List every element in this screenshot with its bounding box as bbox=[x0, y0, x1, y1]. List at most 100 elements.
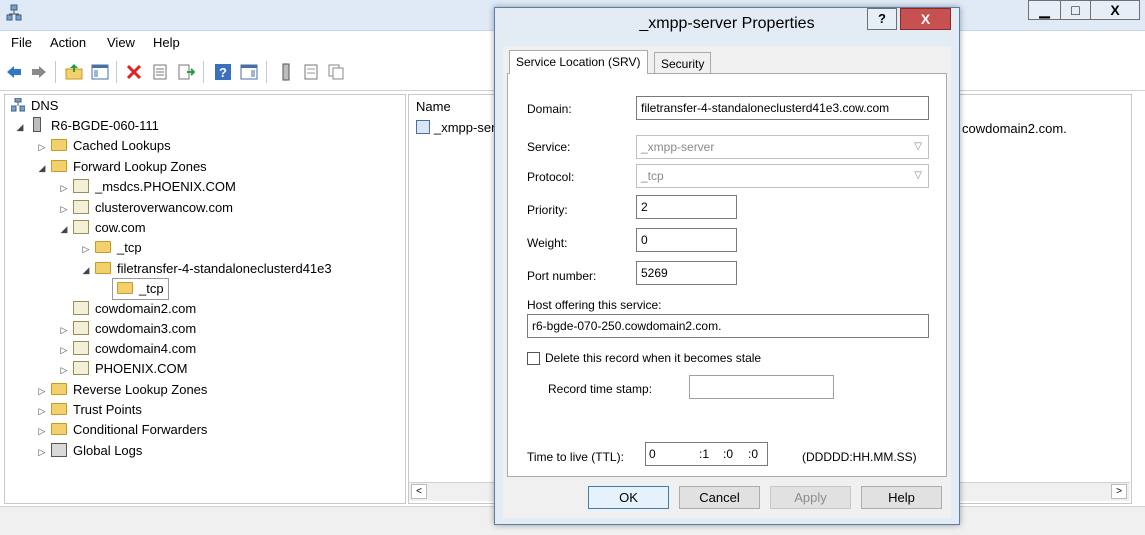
menu-file[interactable]: File bbox=[11, 35, 32, 50]
host-label: Host offering this service: bbox=[527, 298, 662, 312]
action-pane-icon[interactable] bbox=[240, 63, 258, 81]
tree-node-zone[interactable]: cowdomain2.com bbox=[73, 299, 196, 319]
collapsed-arrow-icon[interactable]: ▷ bbox=[59, 320, 69, 340]
expanded-arrow-icon[interactable]: ◢ bbox=[59, 219, 69, 239]
delete-icon[interactable] bbox=[125, 63, 143, 81]
tree-node-zone[interactable]: ▷ cowdomain3.com bbox=[59, 319, 196, 339]
help-button[interactable]: Help bbox=[861, 486, 942, 509]
collapsed-arrow-icon[interactable]: ▷ bbox=[37, 401, 47, 421]
ttl-field[interactable]: 0 :1 :0 :0 bbox=[645, 442, 768, 466]
scroll-right-arrow-icon[interactable]: > bbox=[1111, 484, 1127, 499]
folder-icon bbox=[117, 282, 133, 294]
host-field[interactable]: r6-bgde-070-250.cowdomain2.com. bbox=[527, 314, 929, 338]
server-icon bbox=[33, 117, 41, 132]
zone-icon bbox=[73, 179, 89, 193]
collapsed-arrow-icon[interactable]: ▷ bbox=[59, 199, 69, 219]
stale-checkbox[interactable] bbox=[527, 352, 540, 365]
collapsed-arrow-icon[interactable]: ▷ bbox=[37, 421, 47, 441]
tree-label: Global Logs bbox=[73, 443, 143, 458]
tree-label: cowdomain3.com bbox=[95, 321, 197, 336]
domain-label: Domain: bbox=[527, 102, 572, 116]
ttl-minutes[interactable]: :0 bbox=[723, 443, 733, 465]
timestamp-field bbox=[689, 375, 834, 399]
tab-security[interactable]: Security bbox=[654, 52, 712, 74]
tree-node-global-logs[interactable]: ▷ Global Logs bbox=[37, 441, 142, 461]
close-button[interactable]: X bbox=[1090, 0, 1140, 20]
collapsed-arrow-icon[interactable]: ▷ bbox=[37, 381, 47, 401]
tree-label: clusteroverwancow.com bbox=[95, 200, 233, 215]
tree-label: _tcp bbox=[139, 281, 164, 296]
domain-field[interactable]: filetransfer-4-standaloneclusterd41e3.co… bbox=[636, 96, 929, 120]
ttl-days[interactable]: 0 bbox=[649, 443, 656, 465]
copy-icon[interactable] bbox=[327, 63, 345, 81]
show-hide-console-tree-icon[interactable] bbox=[91, 63, 109, 81]
tree-node-forward-lookup-zones[interactable]: ◢ Forward Lookup Zones bbox=[37, 157, 207, 177]
ttl-seconds[interactable]: :0 bbox=[748, 443, 758, 465]
zone-icon bbox=[73, 220, 89, 234]
protocol-combo[interactable]: _tcp ▽ bbox=[636, 164, 929, 188]
tree-label: Cached Lookups bbox=[73, 138, 171, 153]
tree-node-server[interactable]: ◢ R6-BGDE-060-111 bbox=[15, 116, 159, 136]
tree-node-zone[interactable]: ▷ PHOENIX.COM bbox=[59, 359, 187, 379]
list-item-name: _xmpp-ser bbox=[434, 120, 496, 135]
tree-node-zone[interactable]: ▷ cowdomain4.com bbox=[59, 339, 196, 359]
weight-field[interactable]: 0 bbox=[636, 228, 737, 252]
server-icon[interactable] bbox=[277, 63, 295, 81]
dialog-body: Service Location (SRV) Security Domain: … bbox=[503, 46, 951, 518]
priority-label: Priority: bbox=[527, 203, 568, 217]
list-item-data: cowdomain2.com. bbox=[962, 121, 1067, 136]
folder-icon bbox=[95, 241, 111, 253]
toolbar-separator bbox=[55, 61, 56, 83]
collapsed-arrow-icon[interactable]: ▷ bbox=[59, 178, 69, 198]
port-field[interactable]: 5269 bbox=[636, 261, 737, 285]
expanded-arrow-icon[interactable]: ◢ bbox=[81, 260, 91, 280]
minimize-button[interactable]: ▁ bbox=[1028, 0, 1061, 20]
collapsed-arrow-icon[interactable]: ▷ bbox=[59, 340, 69, 360]
dialog-close-button[interactable]: X bbox=[900, 8, 951, 30]
folder-icon bbox=[51, 139, 67, 151]
forward-arrow-icon[interactable] bbox=[30, 63, 48, 81]
tree-node-dns[interactable]: DNS bbox=[11, 96, 58, 116]
tab-service-location[interactable]: Service Location (SRV) bbox=[509, 50, 648, 74]
export-list-icon[interactable] bbox=[177, 63, 195, 81]
expanded-arrow-icon[interactable]: ◢ bbox=[15, 117, 25, 137]
menu-help[interactable]: Help bbox=[153, 35, 180, 50]
tree-node-tcp[interactable]: ▷ _tcp bbox=[81, 238, 142, 258]
dns-icon bbox=[11, 98, 25, 112]
tree-node-zone[interactable]: ▷ _msdcs.PHOENIX.COM bbox=[59, 177, 236, 197]
expanded-arrow-icon[interactable]: ◢ bbox=[37, 158, 47, 178]
svg-text:?: ? bbox=[219, 65, 227, 80]
list-item[interactable]: _xmpp-ser bbox=[416, 119, 495, 137]
column-header-name[interactable]: Name bbox=[416, 99, 451, 114]
collapsed-arrow-icon[interactable]: ▷ bbox=[37, 442, 47, 462]
up-folder-icon[interactable] bbox=[65, 63, 83, 81]
menu-view[interactable]: View bbox=[107, 35, 135, 50]
collapsed-arrow-icon[interactable]: ▷ bbox=[59, 360, 69, 380]
priority-field[interactable]: 2 bbox=[636, 195, 737, 219]
tree-node-filetransfer[interactable]: ◢ filetransfer-4-standaloneclusterd41e3 bbox=[81, 259, 332, 279]
scroll-left-arrow-icon[interactable]: < bbox=[411, 484, 427, 499]
tree-node-zone-cow[interactable]: ◢ cow.com bbox=[59, 218, 146, 238]
menu-action[interactable]: Action bbox=[50, 35, 86, 50]
tree-node-conditional-forwarders[interactable]: ▷ Conditional Forwarders bbox=[37, 420, 208, 441]
tree-label: DNS bbox=[31, 98, 59, 113]
collapsed-arrow-icon[interactable]: ▷ bbox=[37, 137, 47, 157]
list-view-icon[interactable] bbox=[302, 63, 320, 81]
maximize-button[interactable]: □ bbox=[1060, 0, 1091, 20]
tree-node-trust-points[interactable]: ▷ Trust Points bbox=[37, 400, 142, 420]
tree-node-reverse-lookup-zones[interactable]: ▷ Reverse Lookup Zones bbox=[37, 380, 208, 401]
tree-node-selected-tcp[interactable]: _tcp bbox=[112, 278, 169, 300]
back-arrow-icon[interactable] bbox=[5, 63, 23, 81]
console-tree[interactable]: DNS ◢ R6-BGDE-060-111 ▷ Cached Lookups ◢ Fo… bbox=[4, 94, 406, 504]
tree-node-cached-lookups[interactable]: ▷ Cached Lookups bbox=[37, 136, 171, 156]
service-combo[interactable]: _xmpp-server ▽ bbox=[636, 135, 929, 159]
tree-node-zone[interactable]: ▷ clusteroverwancow.com bbox=[59, 198, 233, 218]
help-icon[interactable]: ? bbox=[214, 63, 232, 81]
tree-label: _msdcs.PHOENIX.COM bbox=[95, 179, 236, 194]
properties-icon[interactable] bbox=[151, 63, 169, 81]
collapsed-arrow-icon[interactable]: ▷ bbox=[81, 239, 91, 259]
dialog-help-button[interactable]: ? bbox=[867, 8, 897, 30]
ok-button[interactable]: OK bbox=[588, 486, 669, 509]
cancel-button[interactable]: Cancel bbox=[679, 486, 760, 509]
ttl-hours[interactable]: :1 bbox=[699, 443, 709, 465]
